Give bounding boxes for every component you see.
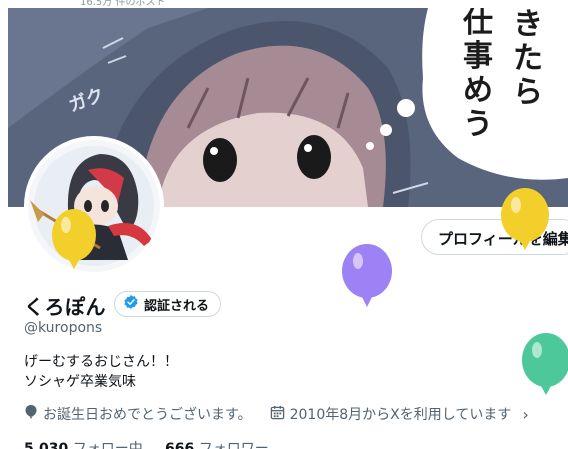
post-count-text: 16.5万 件のポスト: [80, 0, 166, 8]
balloon-icon: [24, 404, 38, 424]
green-balloon[interactable]: [518, 332, 568, 404]
bio-line: げーむするおじさん！！: [24, 354, 178, 370]
follow-stats: 5,030 フォロー中 666 フォロワー: [24, 438, 269, 449]
speech-text-col1: きたら: [513, 8, 543, 110]
handle: @kuropons: [24, 320, 103, 336]
yellow-balloon[interactable]: [497, 187, 553, 259]
verified-label: 認証される: [144, 298, 210, 314]
following-count: 5,030: [24, 441, 69, 449]
verified-check-icon: [123, 294, 139, 314]
top-strip: 16.5万 件のポスト: [0, 0, 568, 8]
chevron-right-icon[interactable]: ›: [522, 405, 528, 424]
following-label: フォロー中: [72, 441, 143, 449]
calendar-icon: [270, 405, 285, 424]
purple-balloon[interactable]: [339, 243, 395, 315]
followers-label: フォロワー: [198, 441, 269, 449]
profile-meta: お誕生日おめでとうございます。 2010年8月からXを利用しています ›: [24, 404, 529, 424]
yellow-balloon[interactable]: [48, 207, 100, 279]
followers-count: 666: [165, 441, 195, 449]
joined-item[interactable]: 2010年8月からXを利用しています ›: [270, 404, 529, 424]
birthday-text: お誕生日おめでとうございます。: [43, 407, 252, 423]
bio: げーむするおじさん！！ ソシャゲ卒業気味: [24, 352, 178, 392]
birthday-item[interactable]: お誕生日おめでとうございます。: [24, 404, 252, 424]
bio-line: ソシャゲ卒業気味: [24, 374, 136, 390]
followers-link[interactable]: 666 フォロワー: [165, 441, 269, 449]
following-link[interactable]: 5,030 フォロー中: [24, 441, 143, 449]
get-verified-button[interactable]: 認証される: [114, 291, 222, 317]
joined-text: 2010年8月からXを利用しています: [289, 407, 512, 423]
speech-text-col2: 仕事めう: [463, 8, 493, 142]
display-name: くろぽん: [24, 295, 106, 319]
